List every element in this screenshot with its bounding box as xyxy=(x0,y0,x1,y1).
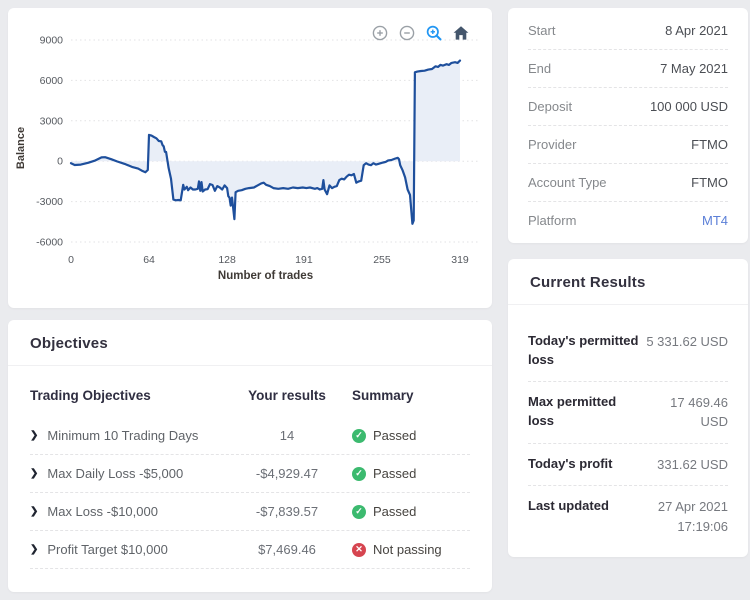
objective-row-max-daily-loss[interactable]: ❯ Max Daily Loss -$5,000 -$4,929.47 ✓ Pa… xyxy=(30,455,470,493)
info-row-start: Start 8 Apr 2021 xyxy=(528,12,728,50)
svg-text:-6000: -6000 xyxy=(36,237,63,249)
dashboard: 9000 6000 3000 0 -3000 -6000 0 64 128 191 255 319 Ba… xyxy=(0,0,750,600)
svg-text:64: 64 xyxy=(143,254,155,266)
passed-check-icon: ✓ xyxy=(352,467,366,481)
info-value: FTMO xyxy=(691,175,728,190)
objective-row-min-trading-days[interactable]: ❯ Minimum 10 Trading Days 14 ✓ Passed xyxy=(30,417,470,455)
objective-name: Profit Target $10,000 xyxy=(47,542,167,557)
info-label: Account Type xyxy=(528,175,607,190)
result-value: 331.62 USD xyxy=(657,455,728,475)
zoom-out-icon[interactable] xyxy=(398,24,416,42)
result-label: Last updated xyxy=(528,497,628,516)
result-label: Max permitted loss xyxy=(528,393,642,431)
objective-row-max-loss[interactable]: ❯ Max Loss -$10,000 -$7,839.57 ✓ Passed xyxy=(30,493,470,531)
col-header-trading-objectives: Trading Objectives xyxy=(30,388,222,403)
chevron-right-icon[interactable]: ❯ xyxy=(30,469,38,479)
info-value: 8 Apr 2021 xyxy=(665,23,728,38)
passed-check-icon: ✓ xyxy=(352,505,366,519)
svg-text:0: 0 xyxy=(68,254,74,266)
objective-name: Max Daily Loss -$5,000 xyxy=(47,466,183,481)
info-value: FTMO xyxy=(691,137,728,152)
svg-text:128: 128 xyxy=(218,254,236,266)
current-results-header: Current Results xyxy=(508,259,748,305)
current-results-body: Today's permitted loss 5 331.62 USD Max … xyxy=(508,305,748,557)
col-header-your-results: Your results xyxy=(222,388,352,403)
status-label: Passed xyxy=(373,428,416,443)
objective-name: Minimum 10 Trading Days xyxy=(47,428,198,443)
svg-text:319: 319 xyxy=(451,254,469,266)
result-row-todays-profit: Today's profit 331.62 USD xyxy=(528,444,728,487)
result-value: 5 331.62 USD xyxy=(646,332,728,352)
objective-result: $7,469.46 xyxy=(222,542,352,557)
current-results-title: Current Results xyxy=(530,274,726,291)
svg-text:Number of trades: Number of trades xyxy=(218,270,313,282)
svg-text:191: 191 xyxy=(295,254,313,266)
info-label: Provider xyxy=(528,137,576,152)
result-row-last-updated: Last updated 27 Apr 2021 17:19:06 xyxy=(528,486,728,547)
objectives-table-header-row: Trading Objectives Your results Summary xyxy=(30,380,470,417)
col-header-summary: Summary xyxy=(352,388,470,403)
info-row-deposit: Deposit 100 000 USD xyxy=(528,88,728,126)
svg-text:0: 0 xyxy=(57,156,63,168)
info-row-provider: Provider FTMO xyxy=(528,126,728,164)
svg-text:Balance: Balance xyxy=(15,127,27,169)
chart-toolbar xyxy=(371,24,470,42)
objectives-table: Trading Objectives Your results Summary … xyxy=(8,366,492,569)
objective-row-profit-target[interactable]: ❯ Profit Target $10,000 $7,469.46 ✕ Not … xyxy=(30,531,470,569)
info-row-platform: Platform MT4 xyxy=(528,202,728,239)
current-results-card: Current Results Today's permitted loss 5… xyxy=(508,259,748,557)
info-label: Deposit xyxy=(528,99,572,114)
box-zoom-icon[interactable] xyxy=(425,24,443,42)
chevron-right-icon[interactable]: ❯ xyxy=(30,545,38,555)
result-label: Today's profit xyxy=(528,455,646,474)
result-label: Today's permitted loss xyxy=(528,332,646,370)
account-info-card: Start 8 Apr 2021 End 7 May 2021 Deposit … xyxy=(508,8,748,243)
svg-text:6000: 6000 xyxy=(40,75,64,87)
home-icon[interactable] xyxy=(452,24,470,42)
svg-text:-3000: -3000 xyxy=(36,196,63,208)
info-row-end: End 7 May 2021 xyxy=(528,50,728,88)
right-column: Start 8 Apr 2021 End 7 May 2021 Deposit … xyxy=(508,8,748,592)
svg-text:255: 255 xyxy=(373,254,391,266)
status-label: Passed xyxy=(373,466,416,481)
objective-result: -$7,839.57 xyxy=(222,504,352,519)
passed-check-icon: ✓ xyxy=(352,429,366,443)
left-column: 9000 6000 3000 0 -3000 -6000 0 64 128 191 255 319 Ba… xyxy=(8,8,492,592)
info-label: Start xyxy=(528,23,555,38)
info-value: 100 000 USD xyxy=(650,99,728,114)
result-value: 27 Apr 2021 17:19:06 xyxy=(628,497,728,536)
info-value: 7 May 2021 xyxy=(660,61,728,76)
status-label: Passed xyxy=(373,504,416,519)
objectives-title: Objectives xyxy=(30,335,470,352)
status-label: Not passing xyxy=(373,542,442,557)
chevron-right-icon[interactable]: ❯ xyxy=(30,507,38,517)
chevron-right-icon[interactable]: ❯ xyxy=(30,431,38,441)
info-label: End xyxy=(528,61,551,76)
not-passing-x-icon: ✕ xyxy=(352,543,366,557)
objectives-card: Objectives Trading Objectives Your resul… xyxy=(8,320,492,592)
balance-line-chart[interactable]: 9000 6000 3000 0 -3000 -6000 0 64 128 191 255 319 Ba… xyxy=(8,8,492,308)
svg-text:3000: 3000 xyxy=(40,115,64,127)
info-row-account-type: Account Type FTMO xyxy=(528,164,728,202)
info-value-platform: MT4 xyxy=(702,213,728,228)
result-row-max-permitted-loss: Max permitted loss 17 469.46 USD xyxy=(528,382,728,444)
balance-chart-card: 9000 6000 3000 0 -3000 -6000 0 64 128 191 255 319 Ba… xyxy=(8,8,492,308)
zoom-in-icon[interactable] xyxy=(371,24,389,42)
result-value: 17 469.46 USD xyxy=(642,393,728,432)
objective-result: 14 xyxy=(222,428,352,443)
result-row-todays-permitted-loss: Today's permitted loss 5 331.62 USD xyxy=(528,321,728,382)
svg-text:9000: 9000 xyxy=(40,35,64,47)
objective-result: -$4,929.47 xyxy=(222,466,352,481)
objective-name: Max Loss -$10,000 xyxy=(47,504,158,519)
info-label: Platform xyxy=(528,213,576,228)
objectives-header: Objectives xyxy=(8,320,492,366)
